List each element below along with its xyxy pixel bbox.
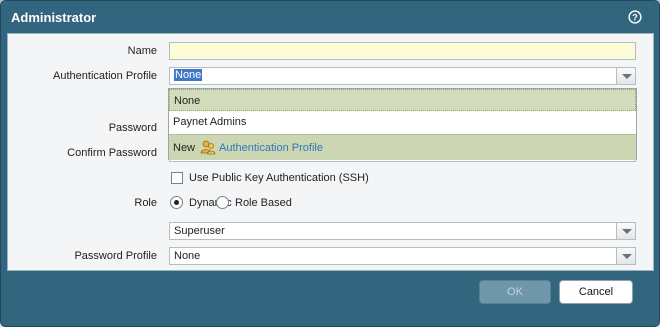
name-input[interactable] — [169, 42, 636, 60]
dialog-title: Administrator — [11, 10, 97, 25]
role-select[interactable]: Superuser — [169, 222, 636, 240]
dropdown-new-auth-profile[interactable]: New Authentication Profile — [169, 134, 636, 160]
help-icon[interactable]: ? — [628, 10, 642, 24]
password-profile-label: Password Profile — [74, 250, 157, 262]
administrator-dialog: Administrator ? Name Authentication Prof… — [0, 0, 660, 327]
role-dynamic-radio[interactable] — [170, 196, 183, 209]
ok-button[interactable]: OK — [479, 280, 551, 304]
auth-profile-select[interactable]: None — [169, 67, 636, 85]
auth-profile-dropdown-list: None Paynet Admins New Authentication Pr… — [168, 88, 637, 160]
password-profile-select[interactable]: None — [169, 247, 636, 265]
role-dropdown-arrow-icon[interactable] — [616, 222, 636, 240]
dialog-body: Name Authentication Profile None Passwor… — [7, 33, 654, 271]
password-label: Password — [108, 122, 157, 134]
role-label: Role — [134, 197, 157, 209]
cancel-button[interactable]: Cancel — [559, 280, 633, 304]
confirm-password-label: Confirm Password — [67, 147, 157, 159]
ssh-checkbox[interactable] — [171, 172, 183, 184]
auth-profile-value: None — [174, 69, 203, 81]
password-profile-dropdown-arrow-icon[interactable] — [616, 247, 636, 265]
password-profile-value: None — [174, 250, 201, 262]
ssh-label: Use Public Key Authentication (SSH) — [189, 172, 369, 184]
new-auth-profile-link[interactable]: Authentication Profile — [219, 142, 323, 154]
role-value: Superuser — [174, 225, 225, 237]
new-prefix: New — [173, 142, 196, 154]
name-label: Name — [127, 45, 157, 57]
auth-profile-label: Authentication Profile — [53, 70, 157, 82]
users-icon — [200, 140, 216, 155]
dialog-titlebar: Administrator ? — [1, 1, 659, 33]
svg-text:?: ? — [632, 13, 638, 23]
dropdown-option-paynet-admins[interactable]: Paynet Admins — [169, 111, 636, 133]
auth-profile-dropdown-arrow-icon[interactable] — [616, 67, 636, 85]
role-based-label: Role Based — [235, 197, 292, 209]
dropdown-option-none[interactable]: None — [169, 89, 636, 111]
role-based-radio[interactable] — [216, 196, 229, 209]
